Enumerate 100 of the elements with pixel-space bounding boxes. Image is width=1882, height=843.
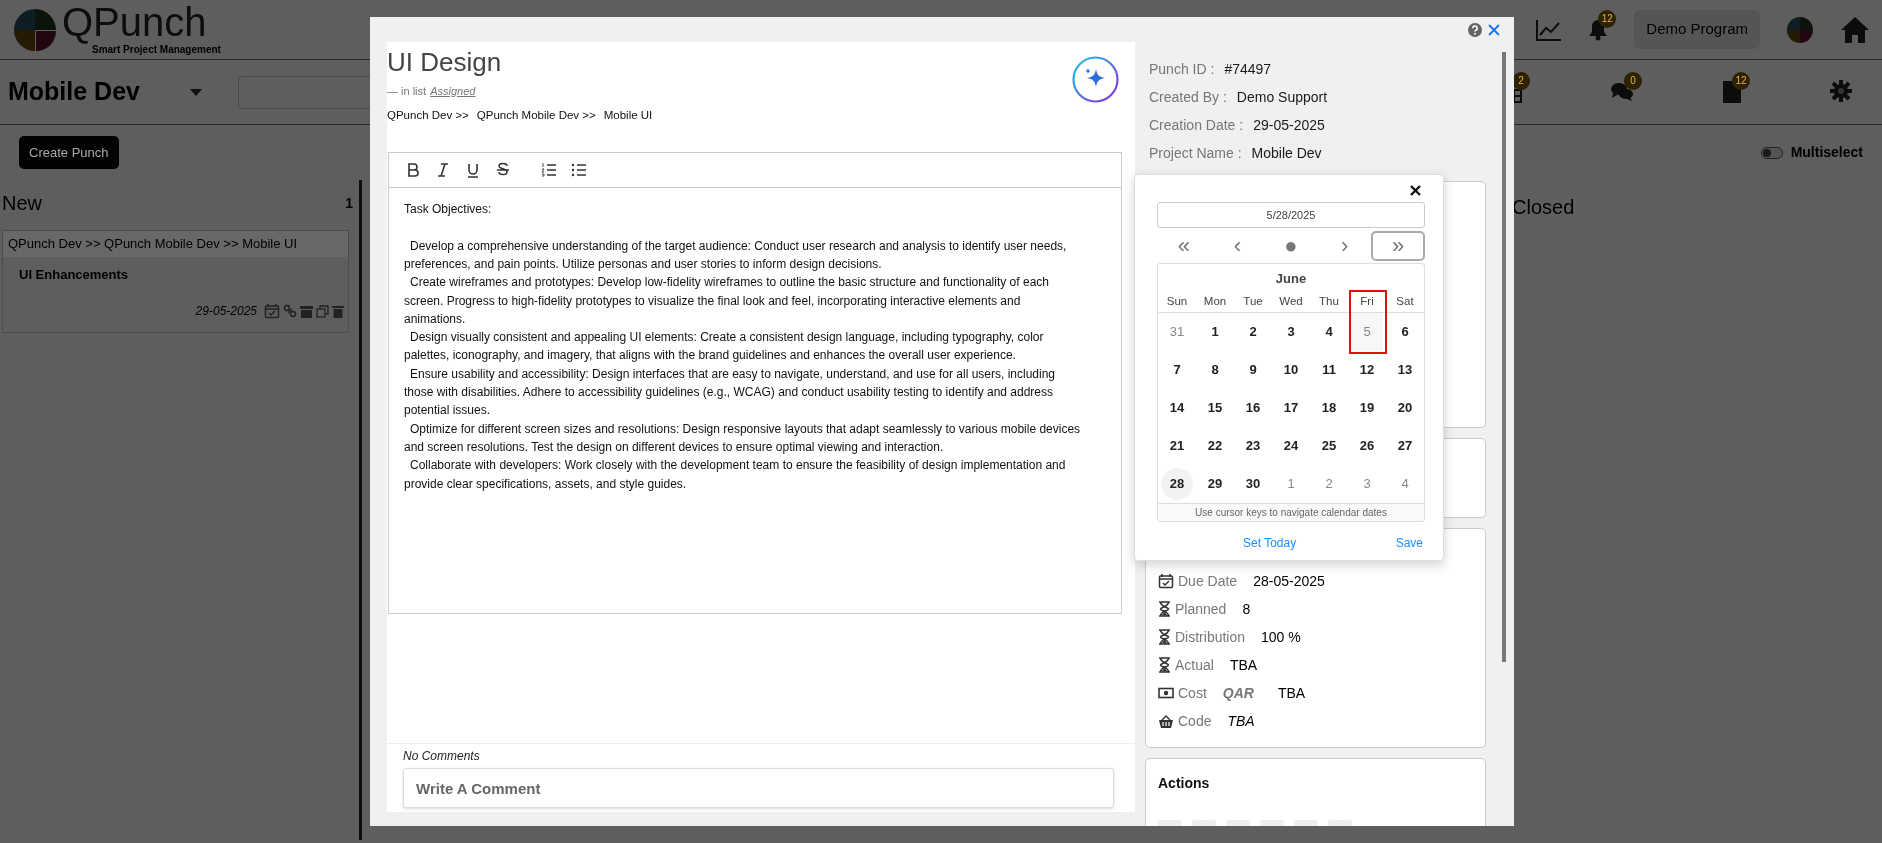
calendar-day[interactable]: 9: [1237, 350, 1269, 389]
calendar-day[interactable]: 26: [1351, 426, 1383, 465]
calendar-nav-button[interactable]: «: [1157, 231, 1211, 261]
trend-chart-icon[interactable]: [1536, 18, 1563, 41]
count-badge: 12: [1732, 71, 1750, 90]
calendar-day[interactable]: 2: [1313, 464, 1345, 503]
calendar-day[interactable]: 14: [1161, 388, 1193, 427]
calendar-day[interactable]: 4: [1313, 312, 1345, 351]
list-prefix: — in list: [387, 84, 427, 97]
calendar-day[interactable]: 30: [1237, 464, 1269, 503]
ordered-list-icon: [541, 162, 557, 179]
text-editor[interactable]: [388, 152, 1122, 615]
property-value: TBA: [1229, 655, 1258, 675]
weekday-label: Wed: [1278, 293, 1304, 309]
calendar-day[interactable]: 25: [1313, 426, 1345, 465]
trash-icon[interactable]: [332, 304, 344, 318]
calendar-day[interactable]: 27: [1389, 426, 1421, 465]
caret-icon: [190, 88, 202, 96]
calendar-icon: [264, 303, 280, 319]
calendar-day[interactable]: 22: [1199, 426, 1231, 465]
list-link[interactable]: Assigned: [430, 84, 476, 97]
calendar-day[interactable]: 1: [1199, 312, 1231, 351]
calendar-day[interactable]: 7: [1161, 350, 1193, 389]
property-label: Planned: [1175, 599, 1227, 619]
no-comments-label: No Comments: [403, 748, 481, 765]
calendar-day[interactable]: 29: [1199, 464, 1231, 503]
calendar-day[interactable]: 17: [1275, 388, 1307, 427]
date-field[interactable]: 5/28/2025: [1157, 202, 1425, 228]
calendar-day[interactable]: 3: [1275, 312, 1307, 351]
save-button[interactable]: Save: [1395, 533, 1423, 552]
calendar-day[interactable]: 18: [1313, 388, 1345, 427]
property-label: Cost: [1178, 683, 1207, 703]
calendar-day[interactable]: 11: [1313, 350, 1345, 389]
set-today-button[interactable]: Set Today: [1243, 533, 1297, 552]
highlight-frame: [1349, 289, 1387, 354]
calendar-day[interactable]: 21: [1161, 426, 1193, 465]
ai-assist-button[interactable]: [1072, 56, 1119, 103]
card-date: 29-05-2025: [195, 303, 257, 320]
detail-label: Created By :: [1149, 87, 1227, 107]
calendar-day[interactable]: 28: [1161, 467, 1193, 500]
calendar-day[interactable]: 8: [1199, 350, 1231, 389]
calendar-day[interactable]: 3: [1351, 464, 1383, 503]
calendar-day[interactable]: 6: [1389, 312, 1421, 351]
settings-icon[interactable]: [1830, 79, 1852, 102]
editor-paragraph: Develop a comprehensive understanding of the target audience: Conduct user research and analysis to identify user needs, preferences, and pain points. Utilize personas and user stories to inform design decisions.: [404, 237, 1068, 273]
basket-icon: [1158, 713, 1174, 729]
column-count: 1: [345, 193, 353, 213]
calendar-nav-button[interactable]: ›: [1317, 231, 1372, 261]
banknote-icon: [1158, 686, 1174, 700]
calendar-day[interactable]: 2: [1237, 312, 1269, 351]
property-value: TBA: [1227, 711, 1255, 731]
weekday-label: Sun: [1165, 293, 1189, 309]
calendar-day[interactable]: 19: [1351, 388, 1383, 427]
calendar-nav-button[interactable]: »: [1371, 231, 1425, 261]
close-icon[interactable]: [1410, 185, 1421, 196]
calendar-day[interactable]: 20: [1389, 388, 1421, 427]
calendar-day[interactable]: 23: [1237, 426, 1269, 465]
count-badge: 0: [1624, 71, 1642, 90]
calendar-day[interactable]: 4: [1389, 464, 1421, 503]
project-name: Mobile Dev: [8, 76, 140, 108]
logo-subtitle: Smart Project Management: [92, 44, 221, 57]
card-breadcrumb: QPunch Dev >> QPunch Mobile Dev >> Mobile UI: [3, 231, 348, 257]
multiselect-toggle[interactable]: [1760, 146, 1783, 159]
calendar-day[interactable]: 16: [1237, 388, 1269, 427]
detail-value: Demo Support: [1236, 87, 1328, 107]
comment-field[interactable]: Write A Comment: [403, 768, 1114, 808]
calendar-day[interactable]: 15: [1199, 388, 1231, 427]
calendar-nav-button[interactable]: ‹: [1210, 231, 1265, 261]
editor-paragraph: Collaborate with developers: Work closely with the development team to ensure the feasibility of design implementation and provide clear specifications, assets, and style guides.: [404, 457, 1067, 493]
breadcrumb-item[interactable]: Mobile UI: [603, 107, 653, 125]
hourglass-icon: [1158, 629, 1171, 645]
property-label: Code: [1178, 711, 1212, 731]
calendar-day[interactable]: 12: [1351, 350, 1383, 389]
home-icon[interactable]: [1840, 15, 1870, 44]
scrollbar[interactable]: [1502, 52, 1506, 662]
calendar-day[interactable]: 31: [1161, 312, 1193, 351]
calendar-nav-button[interactable]: ●: [1264, 231, 1318, 261]
breadcrumb-item[interactable]: QPunch Dev >>: [387, 107, 469, 125]
archive-icon[interactable]: [300, 304, 313, 318]
hourglass-icon: [1158, 601, 1171, 617]
detail-label: Project Name :: [1149, 143, 1242, 163]
copy-icon[interactable]: [316, 304, 329, 318]
breadcrumb-item[interactable]: QPunch Mobile Dev >>: [476, 107, 596, 125]
calendar-day[interactable]: 13: [1389, 350, 1421, 389]
logo-title: QPunch: [62, 2, 208, 42]
month-label: June: [1274, 270, 1308, 288]
calendar-day[interactable]: 10: [1275, 350, 1307, 389]
notification-badge: 12: [1598, 9, 1617, 28]
task-title: UI Design: [387, 48, 503, 77]
punch-card[interactable]: QPunch Dev >> QPunch Mobile Dev >> Mobile UI UI Enhancements 29-05-2025: [2, 230, 349, 333]
calendar-day[interactable]: 24: [1275, 426, 1307, 465]
create-punch-button[interactable]: Create Punch: [19, 135, 119, 170]
calendar-hint: Use cursor keys to navigate calendar dates: [1158, 502, 1424, 521]
detail-value: #74497: [1224, 59, 1272, 79]
editor-paragraph: Ensure usability and accessibility: Design interfaces that are easy to navigate, understand, and use for all users, including those with disabilities. Adhere to accessibility guidelines (e.g., WCAG) and conduct usability testing to identify and address potential issues.: [404, 365, 1057, 420]
calendar-day[interactable]: 1: [1275, 464, 1307, 503]
weekday-label: Thu: [1318, 293, 1340, 309]
help-icon[interactable]: [1468, 22, 1482, 37]
logo-icon[interactable]: [1786, 15, 1814, 44]
bold-icon: [405, 162, 421, 179]
